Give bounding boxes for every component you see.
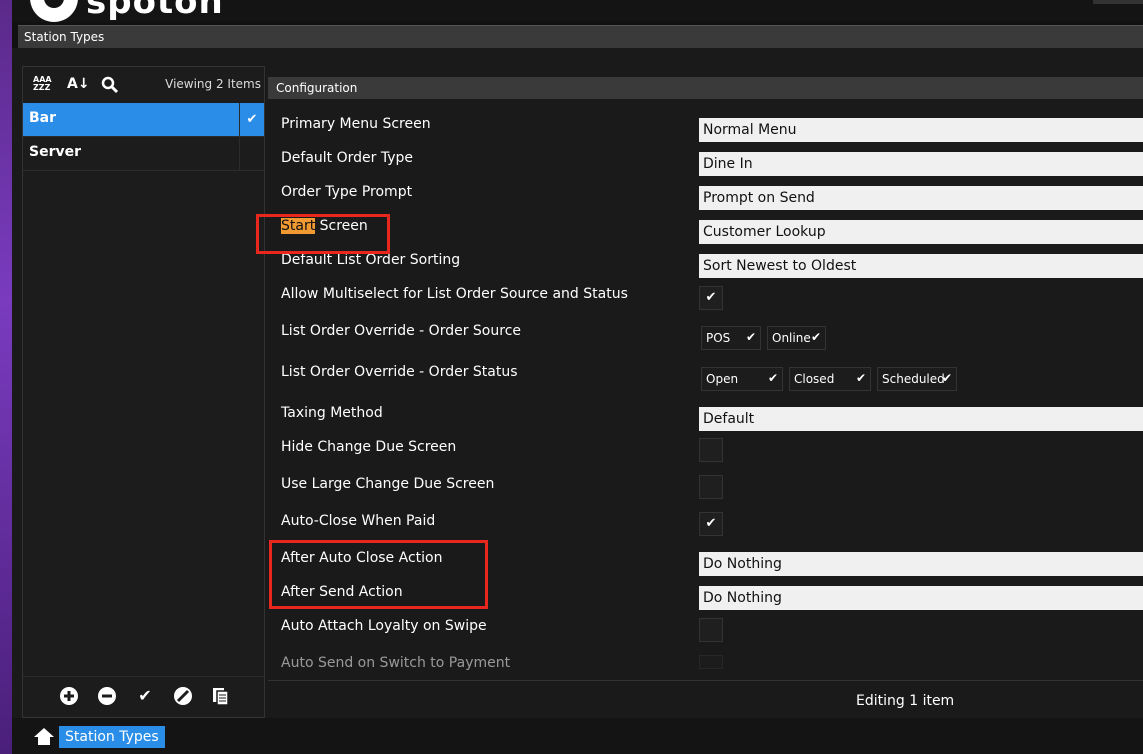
chip-label: Online — [772, 331, 811, 345]
chip-pos[interactable]: POS ✔ — [701, 326, 761, 350]
field-value: Prompt on Send — [703, 190, 815, 206]
label-primary-menu-screen: Primary Menu Screen — [281, 116, 431, 132]
window-title: Station Types — [24, 30, 105, 44]
taxing-method-field[interactable]: Default — [699, 407, 1143, 431]
list-item-server[interactable]: Server — [23, 137, 264, 171]
default-order-type-field[interactable]: Dine In — [699, 152, 1143, 176]
primary-menu-screen-field[interactable]: Normal Menu — [699, 118, 1143, 142]
check-icon: ✔ — [941, 371, 952, 385]
check-icon: ✔ — [767, 371, 778, 385]
home-icon[interactable] — [34, 728, 54, 746]
label-default-order-type: Default Order Type — [281, 150, 413, 166]
label-auto-attach-loyalty: Auto Attach Loyalty on Swipe — [281, 618, 487, 634]
station-type-list: Bar ✔ Server — [23, 103, 264, 171]
label-order-source-override: List Order Override - Order Source — [281, 323, 522, 339]
list-toolbar: AAA ZZZ A↓ Viewing 2 Items — [23, 67, 264, 103]
chip-open[interactable]: Open ✔ — [701, 367, 783, 391]
field-value: Default — [703, 411, 755, 427]
start-screen-field[interactable]: Customer Lookup — [699, 220, 1143, 244]
order-type-prompt-field[interactable]: Prompt on Send — [699, 186, 1143, 210]
auto-attach-loyalty-checkbox[interactable] — [699, 618, 723, 642]
chip-scheduled[interactable]: Scheduled ✔ — [877, 367, 957, 391]
allow-multiselect-checkbox[interactable]: ✔ — [699, 286, 723, 310]
configuration-panel: Configuration Primary Menu Screen Normal… — [256, 77, 1143, 719]
auto-send-on-switch-checkbox[interactable] — [699, 655, 723, 669]
add-icon[interactable] — [59, 686, 79, 706]
label-taxing-method: Taxing Method — [281, 405, 383, 421]
chip-label: POS — [706, 331, 731, 345]
label-large-change-due: Use Large Change Due Screen — [281, 476, 495, 492]
bottom-navigation: Station Types — [12, 718, 1143, 754]
check-icon: ✔ — [745, 330, 756, 344]
chip-label: Scheduled — [882, 372, 945, 386]
list-item-bar[interactable]: Bar ✔ — [23, 103, 264, 137]
field-value: Customer Lookup — [703, 224, 826, 240]
sort-alpha-icon[interactable]: AAA ZZZ — [33, 76, 52, 92]
chip-label: Closed — [794, 372, 835, 386]
top-right-control[interactable] — [1093, 0, 1143, 4]
status-bar: Editing 1 item — [268, 680, 1143, 719]
annotation-box-start-screen — [256, 214, 390, 254]
default-list-order-sorting-field[interactable]: Sort Newest to Oldest — [699, 254, 1143, 278]
confirm-check-icon[interactable]: ✔ — [135, 686, 155, 706]
label-auto-close-when-paid: Auto-Close When Paid — [281, 513, 436, 529]
list-item-label: Server — [29, 144, 82, 160]
hide-change-due-checkbox[interactable] — [699, 438, 723, 462]
chip-label: Open — [706, 372, 739, 386]
large-change-due-checkbox[interactable] — [699, 475, 723, 499]
annotation-box-after-actions — [269, 540, 488, 609]
configuration-header: Configuration — [268, 77, 1143, 99]
after-send-action-field[interactable]: Do Nothing — [699, 586, 1143, 610]
label-default-list-order-sorting: Default List Order Sorting — [281, 252, 461, 268]
field-value: Do Nothing — [703, 590, 782, 606]
remove-icon[interactable] — [97, 686, 117, 706]
check-icon[interactable]: ✔ — [239, 103, 264, 136]
field-value: Dine In — [703, 156, 753, 172]
breadcrumb-station-types[interactable]: Station Types — [59, 726, 165, 748]
label-order-status-override: List Order Override - Order Status — [281, 364, 518, 380]
label-hide-change-due: Hide Change Due Screen — [281, 439, 457, 455]
chip-online[interactable]: Online ✔ — [767, 326, 826, 350]
copy-icon[interactable] — [211, 686, 231, 706]
configuration-title: Configuration — [276, 81, 358, 95]
desktop-background — [0, 0, 12, 754]
window-title-bar: Station Types — [18, 25, 1143, 49]
field-value: Do Nothing — [703, 556, 782, 572]
after-auto-close-action-field[interactable]: Do Nothing — [699, 552, 1143, 576]
label-order-type-prompt: Order Type Prompt — [281, 184, 413, 200]
station-type-list-panel: AAA ZZZ A↓ Viewing 2 Items Bar ✔ Server … — [22, 66, 265, 718]
chip-closed[interactable]: Closed ✔ — [789, 367, 871, 391]
editing-status: Editing 1 item — [856, 693, 955, 709]
sort-az-icon[interactable]: A↓ — [67, 76, 90, 92]
list-actions: ✔ — [23, 676, 264, 717]
disable-icon[interactable] — [173, 686, 193, 706]
field-value: Sort Newest to Oldest — [703, 258, 857, 274]
list-item-label: Bar — [29, 110, 57, 126]
field-value: Normal Menu — [703, 122, 797, 138]
check-icon: ✔ — [855, 371, 866, 385]
search-icon[interactable] — [101, 76, 119, 98]
label-auto-send-on-switch: Auto Send on Switch to Payment — [281, 655, 511, 671]
check-icon: ✔ — [810, 330, 821, 344]
spoton-logo-icon — [30, 0, 78, 22]
app-header: spoton — [12, 0, 1143, 22]
brand-name: spoton — [86, 0, 224, 22]
label-allow-multiselect: Allow Multiselect for List Order Source … — [281, 286, 628, 302]
viewing-count: Viewing 2 Items — [165, 77, 261, 91]
check-icon[interactable] — [239, 137, 264, 170]
auto-close-when-paid-checkbox[interactable]: ✔ — [699, 512, 723, 536]
